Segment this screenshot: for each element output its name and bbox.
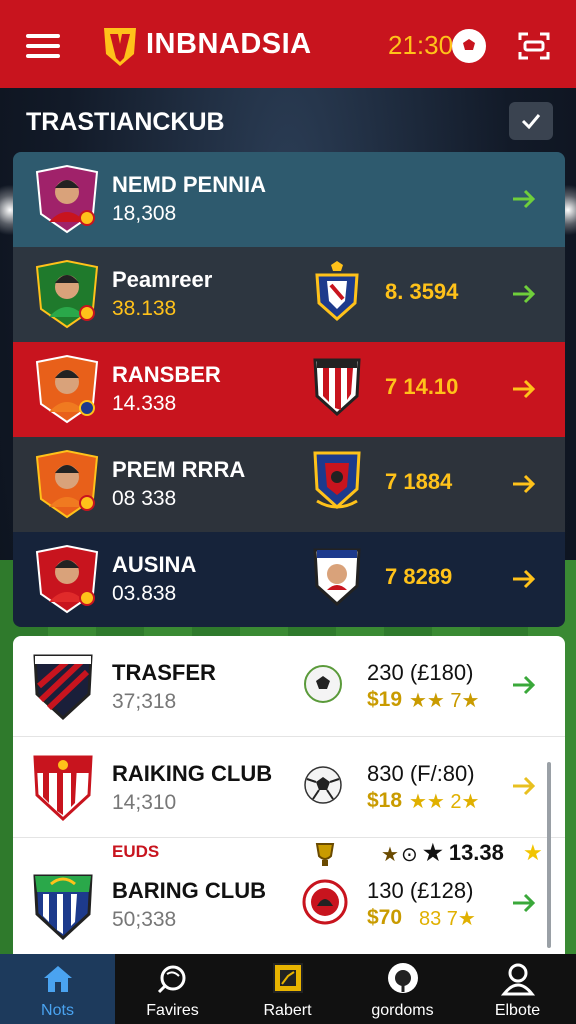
player-avatar <box>35 164 99 234</box>
nav-label: Favires <box>146 1002 199 1019</box>
app-header: INBNADSIA 21:30 <box>0 0 576 88</box>
player-avatar <box>35 354 99 424</box>
club-name: TRASFER <box>112 660 216 685</box>
nav-label: Nots <box>41 1002 74 1019</box>
player-score: 7 14.10 <box>385 374 459 399</box>
player-value: 18,308 <box>112 202 177 225</box>
arrow-right-icon[interactable] <box>509 469 539 499</box>
arrow-right-icon[interactable] <box>509 771 539 801</box>
player-avatar <box>35 544 99 614</box>
player-value: 38.138 <box>112 297 177 320</box>
section-title: TRASTIANCKUB <box>26 108 225 136</box>
club-crest-icon <box>315 261 359 322</box>
player-name: NEMD PENNIA <box>112 172 267 197</box>
nav-item-favorites[interactable]: Favires <box>115 954 230 1024</box>
menu-icon[interactable] <box>26 34 60 58</box>
list-item[interactable]: TRASFER 37;318 230 (£180) $19 ★★ 7★ <box>13 636 565 737</box>
nav-item-home[interactable]: Nots <box>0 954 115 1024</box>
star-rating: 83 7★ <box>419 908 476 930</box>
club-value: 14;310 <box>112 791 177 814</box>
club-rating: $19 <box>367 688 403 711</box>
club-crest-icon <box>313 548 361 607</box>
nav-item-rabert[interactable]: Rabert <box>230 954 345 1024</box>
player-score: 7 1884 <box>385 469 453 494</box>
arrow-right-icon[interactable] <box>509 564 539 594</box>
player-name: PREM RRRA <box>112 457 246 482</box>
player-value: 08 338 <box>112 487 177 510</box>
star-rating: ★★ 7★ <box>409 690 480 712</box>
player-name: Peamreer <box>112 267 213 292</box>
club-price: 130 (£128) <box>367 878 474 903</box>
scrollbar[interactable] <box>547 762 551 948</box>
app-title: INBNADSIA <box>146 28 312 60</box>
check-icon <box>521 114 541 129</box>
list-item[interactable]: AUSINA 03.838 7 8289 <box>13 532 565 627</box>
player-list: NEMD PENNIA 18,308 Peamreer 38.138 8. 35… <box>13 152 565 627</box>
player-name: RANSBER <box>112 362 221 387</box>
trophy-icon <box>315 843 335 866</box>
profile-icon <box>500 963 536 996</box>
football-icon[interactable] <box>451 28 487 64</box>
chart-icon <box>273 963 303 993</box>
club-crest-icon <box>313 451 361 510</box>
player-avatar <box>35 259 99 329</box>
star-rating: ★★ 2★ <box>409 791 480 813</box>
nav-label: gordoms <box>371 1002 434 1019</box>
list-item[interactable]: NEMD PENNIA 18,308 <box>13 152 565 247</box>
list-item[interactable]: EUDS ★ ⊙ ★ 13.38 ★ BARING CLUB 50;338 13… <box>13 838 565 954</box>
bottom-nav: Nots Favires Rabert gordoms Elbote <box>0 954 576 1024</box>
list-item[interactable]: RANSBER 14.338 7 14.10 <box>13 342 565 437</box>
club-price: 830 (F/:80) <box>367 761 475 786</box>
club-crest-icon <box>33 874 93 941</box>
arrow-right-icon[interactable] <box>509 279 539 309</box>
club-value: 37;318 <box>112 690 177 713</box>
star-icon: ★ <box>523 840 543 865</box>
arrow-right-icon[interactable] <box>509 888 539 918</box>
club-crest-icon <box>313 358 361 417</box>
player-avatar <box>35 449 99 519</box>
player-value: 03.838 <box>112 582 177 605</box>
extra-info: ★ ⊙ ★ 13.38 ★ <box>311 840 551 868</box>
club-name: BARING CLUB <box>112 878 266 903</box>
club-tag: EUDS <box>112 842 160 861</box>
nav-item-profile[interactable]: Elbote <box>460 954 576 1024</box>
search-icon <box>157 965 186 994</box>
scan-icon[interactable] <box>516 28 552 64</box>
club-crest-icon <box>33 755 93 822</box>
home-icon <box>44 966 72 992</box>
club-crest-icon <box>33 654 93 721</box>
ball-icon <box>388 963 418 993</box>
player-name: AUSINA <box>112 552 197 577</box>
club-list: TRASFER 37;318 230 (£180) $19 ★★ 7★ RAIK… <box>13 636 565 954</box>
club-price: 230 (£180) <box>367 660 474 685</box>
extra-value: ★ 13.38 <box>423 840 504 865</box>
football-icon <box>304 766 342 804</box>
arrow-right-icon[interactable] <box>509 374 539 404</box>
club-badge-icon <box>302 879 348 925</box>
player-score: 7 8289 <box>385 564 453 589</box>
match-clock: 21:30 <box>388 30 454 60</box>
list-item[interactable]: Peamreer 38.138 8. 3594 <box>13 247 565 342</box>
app-logo <box>104 28 136 66</box>
star-icon: ★ <box>381 844 399 866</box>
club-value: 50;338 <box>112 908 177 931</box>
club-name: RAIKING CLUB <box>112 761 273 786</box>
list-item[interactable]: PREM RRRA 08 338 7 1884 <box>13 437 565 532</box>
player-score: 8. 3594 <box>385 279 459 304</box>
check-button[interactable] <box>509 102 553 140</box>
nav-label: Elbote <box>494 1002 541 1019</box>
nav-label: Rabert <box>263 1002 312 1019</box>
club-rating: $18 <box>367 789 403 812</box>
player-value: 14.338 <box>112 392 177 415</box>
target-icon: ⊙ <box>401 844 418 866</box>
list-item[interactable]: RAIKING CLUB 14;310 830 (F/:80) $18 ★★ 2… <box>13 737 565 838</box>
arrow-right-icon[interactable] <box>509 670 539 700</box>
club-rating: $70 <box>367 906 403 929</box>
arrow-right-icon[interactable] <box>509 184 539 214</box>
football-icon <box>304 665 342 703</box>
nav-item-gordoms[interactable]: gordoms <box>345 954 460 1024</box>
